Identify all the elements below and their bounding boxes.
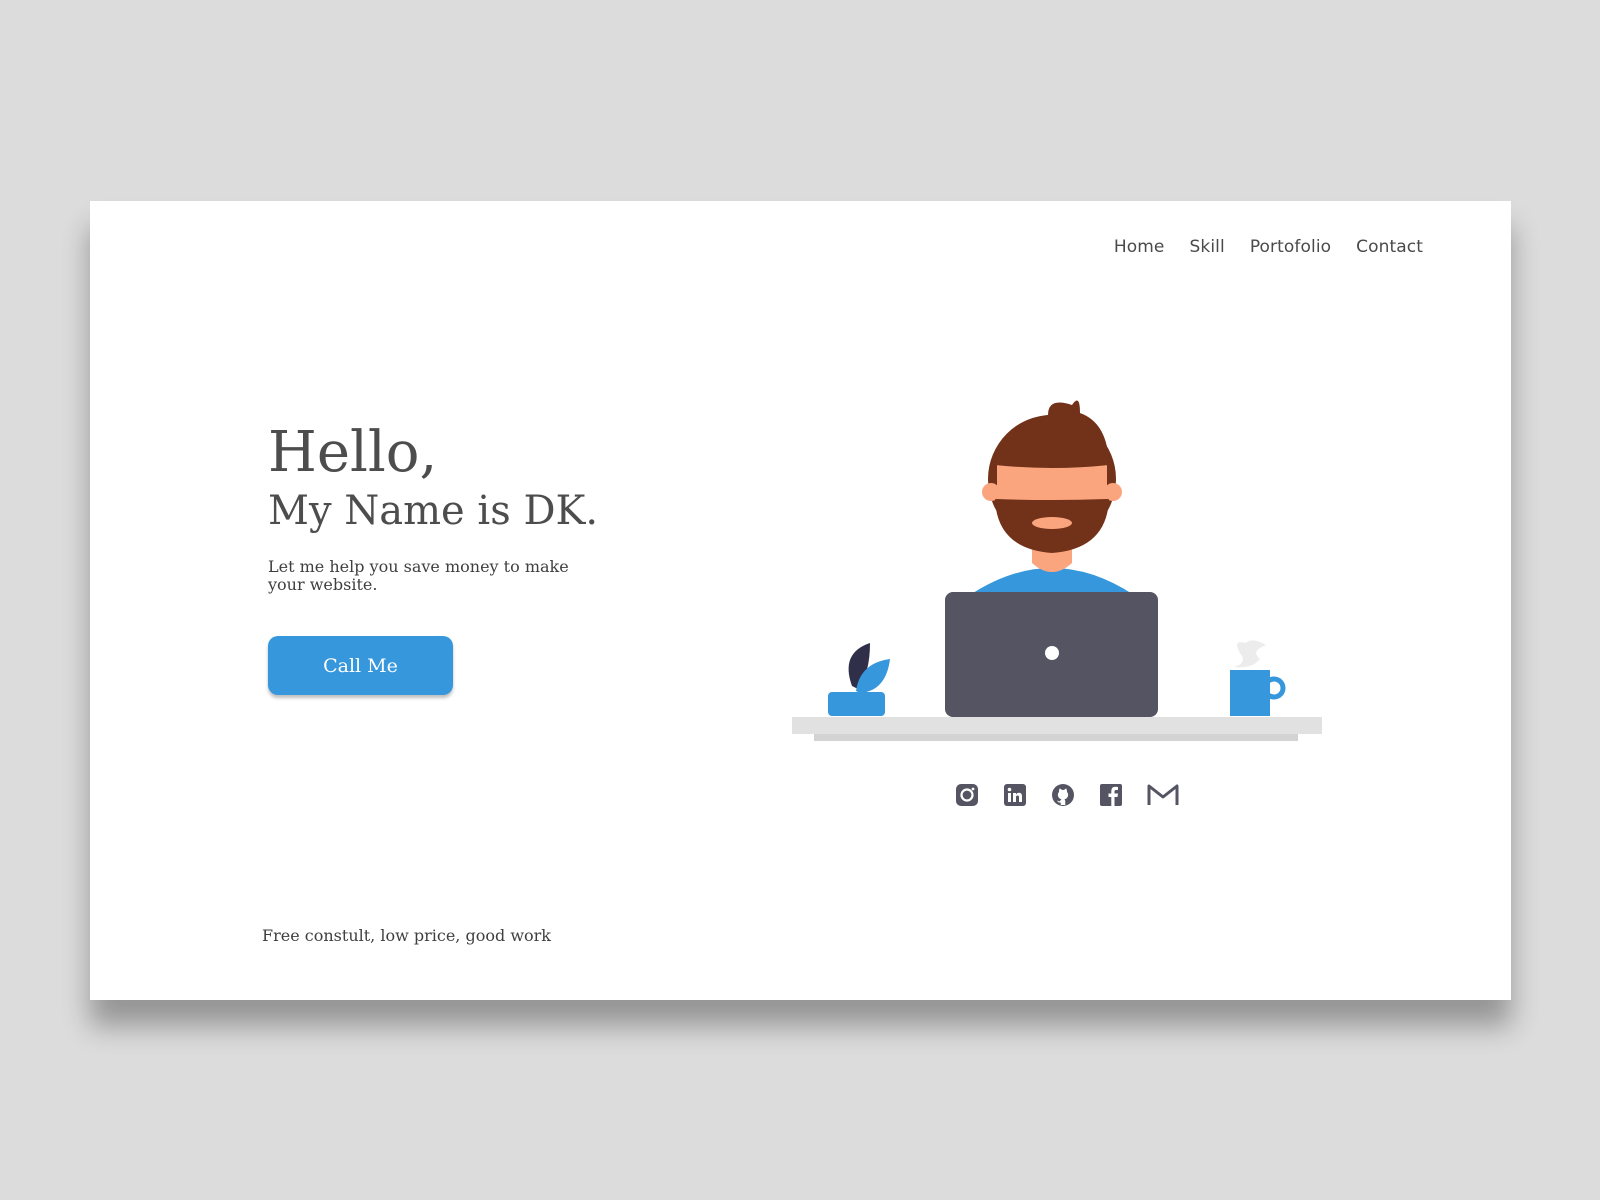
mouth-area [1032, 517, 1072, 529]
footer-tagline: Free constult, low price, good work [262, 926, 551, 945]
page-card: Home Skill Portofolio Contact Hello, My … [90, 201, 1511, 1000]
gmail-icon[interactable] [1147, 783, 1179, 807]
hero-heading: Hello, My Name is DK. [268, 421, 598, 537]
mug-steam [1234, 640, 1266, 668]
developer-illustration [792, 400, 1322, 741]
github-icon[interactable] [1051, 783, 1075, 807]
plant-pot [828, 692, 885, 716]
hero-name: My Name is DK. [268, 488, 599, 534]
linkedin-icon[interactable] [1003, 783, 1027, 807]
laptop-logo [1045, 646, 1059, 660]
hero-subtitle: Let me help you save money to make your … [268, 557, 569, 594]
call-me-button[interactable]: Call Me [268, 636, 453, 695]
social-links [955, 783, 1179, 807]
desk [792, 717, 1322, 734]
face [997, 465, 1107, 500]
top-nav: Home Skill Portofolio Contact [1114, 237, 1423, 257]
nav-contact-link[interactable]: Contact [1356, 237, 1423, 257]
instagram-icon[interactable] [955, 783, 979, 807]
nav-home-link[interactable]: Home [1114, 237, 1165, 257]
nav-skill-link[interactable]: Skill [1190, 237, 1225, 257]
hero-greeting: Hello, [268, 420, 438, 485]
facebook-icon[interactable] [1099, 783, 1123, 807]
nav-portfolio-link[interactable]: Portofolio [1250, 237, 1331, 257]
desk-shadow [814, 734, 1298, 741]
hair-top [995, 400, 1109, 468]
